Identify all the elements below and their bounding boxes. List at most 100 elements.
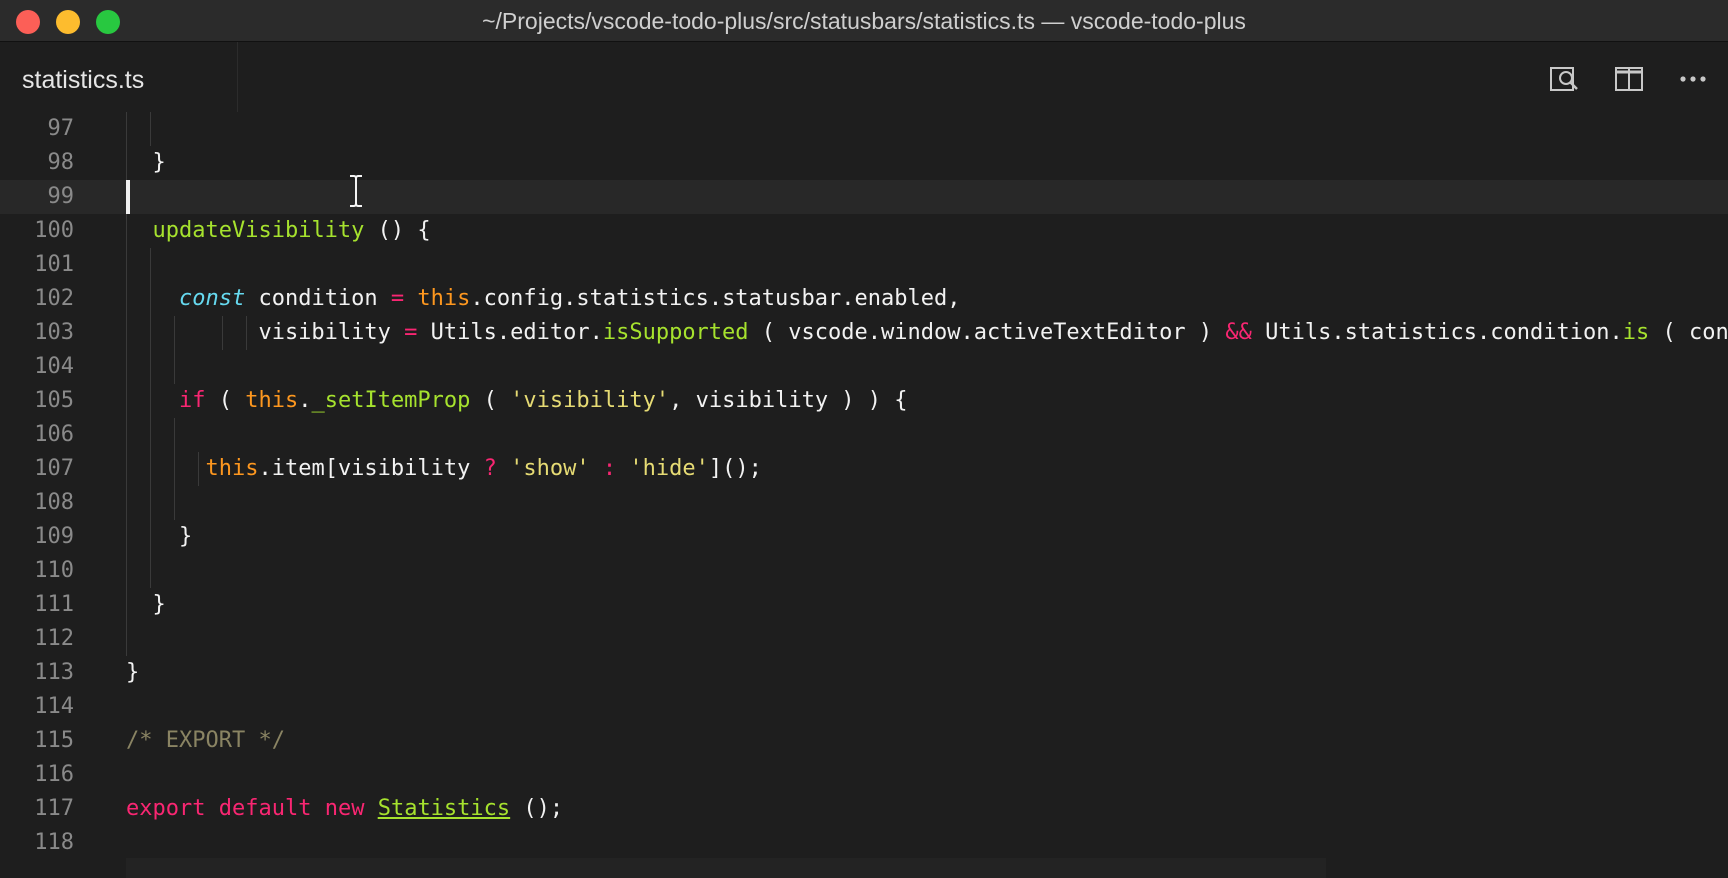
code-token: ( vscode.window.activeTextEditor )	[748, 320, 1226, 345]
line-number: 104	[34, 354, 74, 379]
code-token: visibility	[126, 320, 405, 345]
line-number: 114	[34, 694, 74, 719]
code-line[interactable]: 103 visibility = Utils.editor.isSupporte…	[0, 316, 1728, 350]
line-code: if ( this._setItemProp ( 'visibility', v…	[126, 384, 908, 418]
code-line[interactable]: 97	[0, 112, 1728, 146]
split-editor-icon	[1615, 67, 1643, 91]
line-number: 107	[34, 456, 74, 481]
code-editor[interactable]: 97 98 } 99 100 updateVisibility () { 101 102 …	[0, 112, 1728, 878]
horizontal-scrollbar[interactable]	[126, 858, 1326, 878]
code-line[interactable]: 115 /* EXPORT */	[0, 724, 1728, 758]
code-line[interactable]: 105 if ( this._setItemProp ( 'visibility…	[0, 384, 1728, 418]
code-token: 'visibility'	[510, 388, 670, 413]
line-number: 111	[34, 592, 74, 617]
indent-guide	[174, 418, 175, 520]
code-line[interactable]: 102 const condition = this.config.statis…	[0, 282, 1728, 316]
code-token: this	[417, 286, 471, 311]
code-token: updateVisibility	[152, 218, 365, 243]
line-number: 109	[34, 524, 74, 549]
line-code: /* EXPORT */	[126, 724, 285, 758]
indent-guide	[150, 112, 151, 146]
line-number: 99	[47, 184, 75, 209]
line-code: const condition = this.config.statistics…	[126, 282, 961, 316]
code-token: condition	[245, 286, 391, 311]
code-token: }	[126, 592, 166, 617]
code-token: () {	[364, 218, 431, 243]
line-code: }	[126, 146, 166, 180]
line-code: }	[126, 520, 192, 554]
line-number: 113	[34, 660, 74, 685]
code-line[interactable]: 101	[0, 248, 1728, 282]
code-token: }	[126, 660, 140, 685]
code-line[interactable]: 100 updateVisibility () {	[0, 214, 1728, 248]
code-line[interactable]: 110	[0, 554, 1728, 588]
code-token: }	[126, 150, 166, 175]
line-number: 117	[34, 796, 74, 821]
line-number: 101	[34, 252, 74, 277]
more-icon	[1680, 76, 1706, 82]
code-line[interactable]: 113}	[0, 656, 1728, 690]
line-number: 106	[34, 422, 74, 447]
indent-guide	[198, 452, 199, 486]
line-number: 118	[34, 830, 74, 855]
code-token: Statistics	[377, 796, 511, 821]
code-line[interactable]: 114	[0, 690, 1728, 724]
more-actions-button[interactable]	[1676, 62, 1710, 96]
indent-guide	[150, 248, 151, 588]
code-token: this	[205, 456, 259, 481]
code-token: (	[470, 388, 511, 413]
line-number: 97	[47, 116, 75, 141]
code-line[interactable]: 118	[0, 826, 1728, 860]
line-number: 98	[47, 150, 75, 175]
tab-bar: statistics.ts	[0, 42, 1728, 112]
code-token: const	[178, 286, 246, 311]
code-token: =	[404, 320, 418, 345]
code-token: ]();	[708, 456, 762, 481]
line-code: this.item[visibility ? 'show' : 'hide'](…	[126, 452, 762, 486]
code-line[interactable]: 116	[0, 758, 1728, 792]
code-token: Utils.statistics.condition.	[1251, 320, 1623, 345]
line-number: 100	[34, 218, 74, 243]
line-code: visibility = Utils.editor.isSupported ( …	[126, 316, 1728, 350]
code-token: .config.statistics.statusbar.enabled,	[470, 286, 961, 311]
line-number: 105	[34, 388, 74, 413]
code-line[interactable]: 104	[0, 350, 1728, 384]
indent-guide	[222, 316, 223, 350]
line-number: 103	[34, 320, 74, 345]
search-icon	[1550, 67, 1578, 91]
line-number: 112	[34, 626, 74, 651]
code-token: this	[245, 388, 299, 413]
code-line[interactable]: 106	[0, 418, 1728, 452]
code-token: isSupported	[602, 320, 749, 345]
code-line[interactable]: 108	[0, 486, 1728, 520]
tab-label: statistics.ts	[22, 66, 145, 94]
code-line[interactable]: 117 export default new Statistics ();	[0, 792, 1728, 826]
line-number: 110	[34, 558, 74, 583]
code-line[interactable]: 99	[0, 180, 1728, 214]
code-token: , visibility ) ) {	[669, 388, 908, 413]
code-line[interactable]: 98 }	[0, 146, 1728, 180]
code-token: /* EXPORT */	[126, 728, 285, 753]
code-line[interactable]: 112	[0, 622, 1728, 656]
code-token: default	[218, 796, 312, 821]
code-token: =	[390, 286, 405, 311]
code-token: new	[324, 796, 365, 821]
split-editor-button[interactable]	[1612, 62, 1646, 96]
code-token: export	[126, 796, 206, 821]
line-code: export default new Statistics ();	[126, 792, 563, 826]
open-preview-button[interactable]	[1548, 62, 1582, 96]
code-line[interactable]: 111 }	[0, 588, 1728, 622]
code-line[interactable]: 107 this.item[visibility ? 'show' : 'hid…	[0, 452, 1728, 486]
line-number: 115	[34, 728, 74, 753]
line-number: 108	[34, 490, 74, 515]
code-token: (	[205, 388, 246, 413]
tab-statistics-ts[interactable]: statistics.ts	[0, 42, 238, 112]
code-line[interactable]: 109 }	[0, 520, 1728, 554]
code-token: _setItemProp	[311, 388, 471, 413]
